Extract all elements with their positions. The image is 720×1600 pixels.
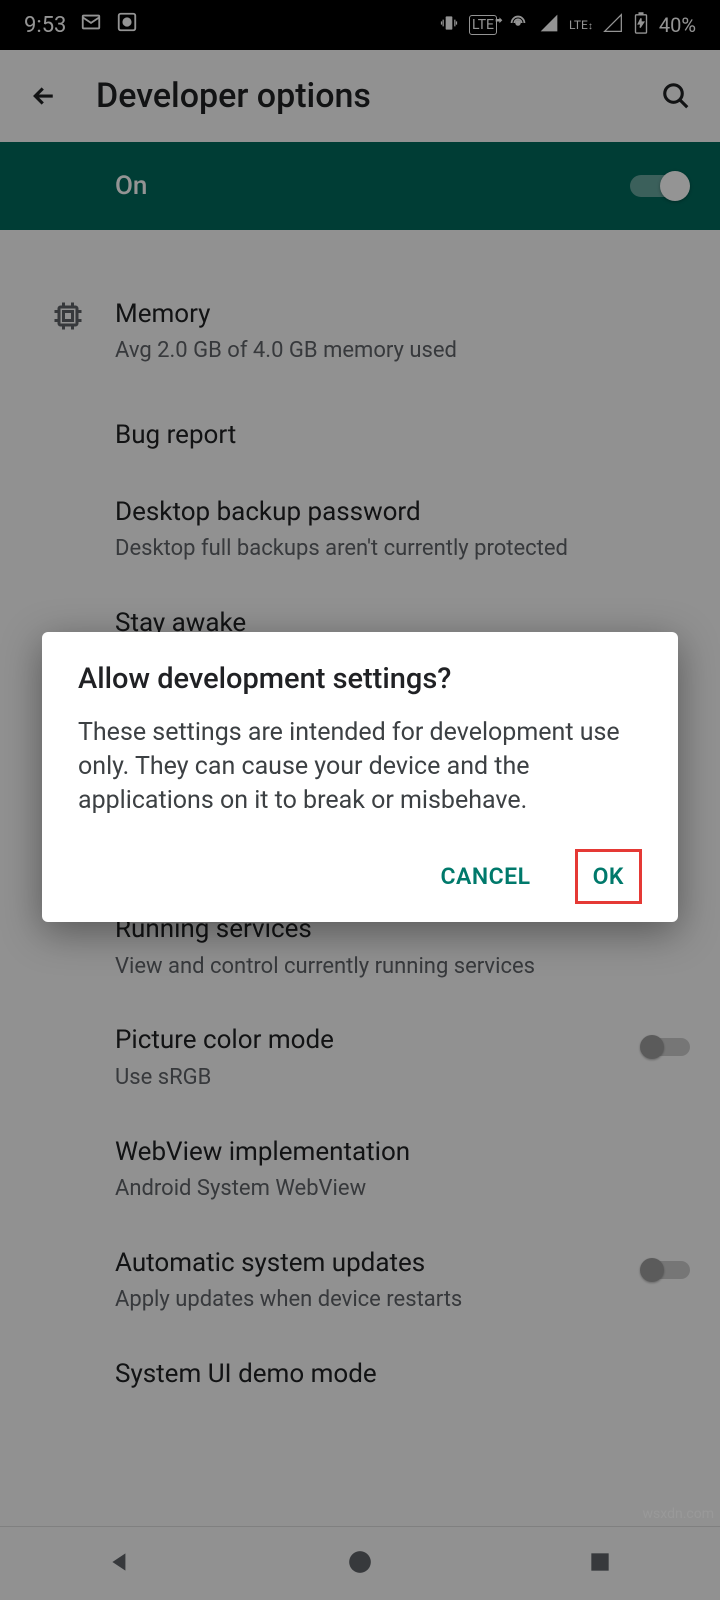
dialog-title: Allow development settings? (78, 662, 642, 696)
dialog-body: These settings are intended for developm… (78, 716, 642, 817)
watermark: wsxdn.com (643, 1506, 714, 1522)
confirm-dialog: Allow development settings? These settin… (42, 632, 678, 922)
cancel-button[interactable]: CANCEL (422, 849, 548, 904)
ok-button[interactable]: OK (575, 849, 642, 904)
